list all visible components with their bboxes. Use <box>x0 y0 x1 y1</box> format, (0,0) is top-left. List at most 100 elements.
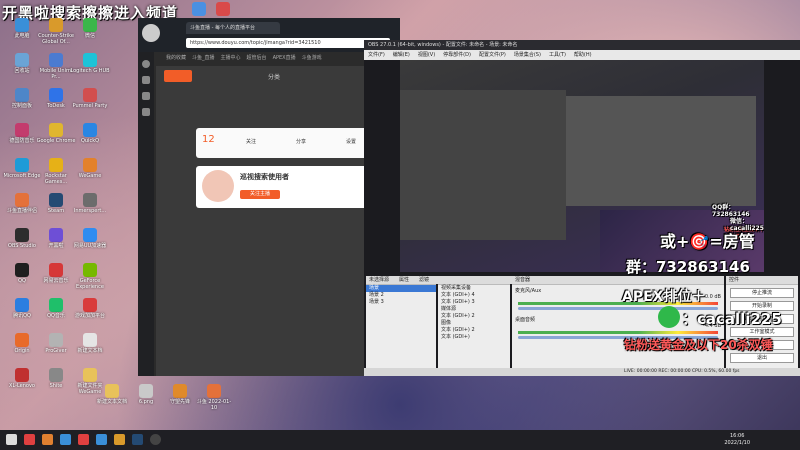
share-button[interactable]: 分享 <box>296 138 306 145</box>
obs-menu-item[interactable]: 工具(T) <box>549 50 566 60</box>
source-item[interactable]: 媒体源 <box>438 306 510 313</box>
douyu-logo[interactable] <box>164 70 192 82</box>
source-item[interactable]: 文本 (GDI+) <box>438 334 510 341</box>
browser-tab[interactable]: 斗鱼直播 - 每个人的直播平台 <box>186 22 280 34</box>
control-button[interactable]: 停止推流 <box>730 288 794 298</box>
obs-menu-item[interactable]: 配置文件(P) <box>479 50 506 60</box>
steam-icon[interactable] <box>132 434 143 445</box>
bookmark-item[interactable]: 我的收藏 <box>166 54 186 64</box>
taskbar-app-icon[interactable] <box>24 434 35 445</box>
scene-item[interactable]: 场景 <box>366 285 436 292</box>
download-icon[interactable] <box>142 92 150 100</box>
desktop-icon[interactable]: 斗鱼 2022-01-10 <box>194 384 234 411</box>
desktop-icon-image <box>15 298 29 312</box>
taskbar-app-icon[interactable] <box>96 434 107 445</box>
bookmark-item[interactable]: 主播中心 <box>221 54 241 64</box>
desktop-icon-image <box>15 158 29 172</box>
desktop-icon-image <box>15 368 29 382</box>
obs-menu-item[interactable]: 场景集合(S) <box>514 50 541 60</box>
desktop-icon-image <box>207 384 221 398</box>
obs-title-bar: OBS 27.0.1 (64-bit, windows) - 配置文件: 未命名… <box>364 40 800 50</box>
obs-menu-item[interactable]: 停靠部件(D) <box>443 50 471 60</box>
clock-date: 2022/1/10 <box>724 440 750 446</box>
desktop-icon-bottom-row: 新建文本文档 6.png 守望先锋 斗鱼 2022-01-10 <box>92 384 242 424</box>
desktop-icon[interactable]: WeGame <box>70 158 110 179</box>
desktop-icon[interactable]: 游戏加加平台 <box>70 298 110 319</box>
browser-logo-icon <box>142 24 160 42</box>
obs-menu-item[interactable]: 编辑(E) <box>393 50 410 60</box>
category-link[interactable]: 分类 <box>268 72 280 81</box>
nested-obs-capture <box>566 96 756 206</box>
bookmark-item[interactable]: 超管后台 <box>247 54 267 64</box>
app-icon[interactable] <box>216 2 230 16</box>
obs-menu-item[interactable]: 文件(F) <box>368 50 385 60</box>
volume-meter <box>518 331 718 334</box>
properties-button[interactable]: 属性 <box>399 276 409 284</box>
source-item[interactable]: 文本 (GDI+) 2 <box>438 313 510 320</box>
system-clock[interactable]: 16:06 2022/1/10 <box>724 433 750 447</box>
taskbar-app-icon[interactable] <box>114 434 125 445</box>
clock-time: 16:06 <box>729 433 745 439</box>
desktop-icon-label: GeForce Experience <box>76 278 104 290</box>
desktop-icon[interactable]: GeForce Experience <box>70 263 110 290</box>
follow-button[interactable]: 关注 <box>246 138 256 145</box>
scene-item[interactable]: 场景 3 <box>366 299 436 306</box>
app-icon[interactable] <box>192 2 206 16</box>
follow-count: 12 <box>202 134 215 145</box>
desktop-icon-image <box>83 368 97 382</box>
desktop-icon-image <box>49 88 63 102</box>
bookmark-item[interactable]: 斗鱼游戏 <box>302 54 322 64</box>
desktop-icon-image <box>49 158 63 172</box>
desktop-icon[interactable]: 新建文本档 <box>70 333 110 354</box>
bookmark-item[interactable]: APEX直播 <box>273 54 296 64</box>
obs-menu-bar: 文件(F) 编辑(E) 视图(V) 停靠部件(D) 配置文件(P) 场景集合(S) 工具(T… <box>364 50 800 60</box>
desktop-icon[interactable]: 网易UU加速器 <box>70 228 110 249</box>
history-icon[interactable] <box>142 60 150 68</box>
desktop-icon-image <box>15 88 29 102</box>
filters-button[interactable]: 滤镜 <box>419 276 429 284</box>
desktop-icon-label: 微信 <box>84 33 95 39</box>
desktop-icon-image <box>49 333 63 347</box>
desktop-icon-image <box>15 193 29 207</box>
bookmark-item[interactable]: 斗鱼_直播 <box>192 54 215 64</box>
bookmark-icon[interactable] <box>142 76 150 84</box>
desktop-icon[interactable]: Pummel Party <box>70 88 110 109</box>
taskbar-app-icon[interactable] <box>78 434 89 445</box>
nested-desktop-capture <box>400 90 566 240</box>
no-source-label: 未选择源 <box>369 277 390 283</box>
browser-sidebar <box>138 52 154 376</box>
desktop-icon-label: 新建文本档 <box>77 348 103 354</box>
desktop-icon-label: QuickQ <box>80 138 100 144</box>
source-item[interactable]: 文本 (GDI+) 4 <box>438 292 510 299</box>
obs-menu-item[interactable]: 帮助(H) <box>574 50 592 60</box>
start-icon[interactable] <box>6 434 17 445</box>
taskbar-app-icon[interactable] <box>60 434 71 445</box>
top-icons <box>192 2 230 16</box>
desktop-icon[interactable]: Inmerspert... <box>70 193 110 214</box>
desktop-icon[interactable]: Logitech G HUB <box>70 53 110 74</box>
desktop-icon[interactable]: 微信 <box>70 18 110 39</box>
desktop-icon-image <box>15 18 29 32</box>
obs-menu-item[interactable]: 视图(V) <box>418 50 435 60</box>
desktop-icon-image <box>83 333 97 347</box>
desktop-icon-image <box>139 384 153 398</box>
scene-item[interactable]: 场景 2 <box>366 292 436 299</box>
desktop-icon-image <box>83 298 97 312</box>
browser-toolbar: 斗鱼直播 - 每个人的直播平台 https://www.douyu.com/to… <box>138 18 400 52</box>
address-bar[interactable]: https://www.douyu.com/topic/jlmanga?rid=… <box>186 38 390 48</box>
obs-icon[interactable] <box>150 434 161 445</box>
avatar[interactable] <box>202 170 234 202</box>
browser-window: 斗鱼直播 - 每个人的直播平台 https://www.douyu.com/to… <box>138 18 400 376</box>
desktop-icon[interactable]: QuickQ <box>70 123 110 144</box>
follow-streamer-button[interactable]: 关注主播 <box>240 190 280 199</box>
source-item[interactable]: 图像 <box>438 320 510 327</box>
taskbar-app-icon[interactable] <box>42 434 53 445</box>
settings-button[interactable]: 设置 <box>346 138 356 145</box>
source-toolbar: 未选择源 属性 滤镜 <box>366 276 513 284</box>
desktop-icon-image <box>173 384 187 398</box>
control-button[interactable]: 退出 <box>730 353 794 363</box>
source-item[interactable]: 文本 (GDI+) 3 <box>438 299 510 306</box>
source-item[interactable]: 视频采集设备 <box>438 285 510 292</box>
source-item[interactable]: 文本 (GDI+) 2 <box>438 327 510 334</box>
extension-icon[interactable] <box>142 108 150 116</box>
